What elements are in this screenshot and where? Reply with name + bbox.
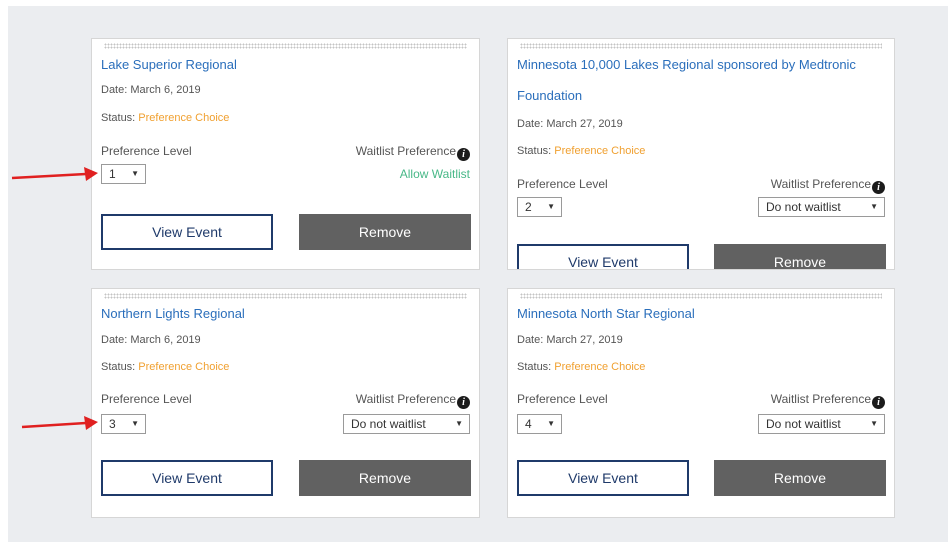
- preference-level-label: Preference Level: [517, 177, 608, 191]
- caret-down-icon: ▼: [131, 419, 139, 428]
- view-event-button[interactable]: View Event: [517, 244, 689, 269]
- status-value: Preference Choice: [554, 145, 646, 157]
- caret-down-icon: ▼: [870, 419, 878, 428]
- remove-button[interactable]: Remove: [714, 460, 886, 496]
- caret-down-icon: ▼: [547, 419, 555, 428]
- info-icon[interactable]: i: [872, 181, 885, 194]
- caret-down-icon: ▼: [455, 419, 463, 428]
- event-title-link[interactable]: Minnesota North Star Regional: [517, 298, 885, 329]
- remove-button[interactable]: Remove: [299, 214, 471, 250]
- waitlist-preference-text: Waitlist Preference: [770, 392, 871, 406]
- event-date: Date: March 6, 2019: [101, 334, 201, 346]
- waitlist-preference-label: Waitlist Preference i: [771, 392, 885, 409]
- preference-level-select[interactable]: 1 ▼: [101, 164, 146, 184]
- status-label: Status:: [101, 112, 139, 124]
- view-event-button[interactable]: View Event: [101, 460, 273, 496]
- event-card-northern-lights: Northern Lights Regional Date: March 6, …: [91, 288, 480, 518]
- waitlist-preference-text: Waitlist Preference: [770, 177, 871, 191]
- preference-level-value: 4: [525, 417, 532, 431]
- waitlist-preference-label: Waitlist Preference i: [356, 392, 470, 409]
- preference-level-value: 1: [109, 167, 116, 181]
- view-event-button[interactable]: View Event: [101, 214, 273, 250]
- status-label: Status:: [517, 145, 555, 157]
- preference-level-select[interactable]: 3 ▼: [101, 414, 146, 434]
- waitlist-preference-label: Waitlist Preference i: [356, 144, 470, 161]
- preference-level-label: Preference Level: [517, 392, 608, 406]
- event-card-lake-superior: Lake Superior Regional Date: March 6, 20…: [91, 38, 480, 270]
- remove-button[interactable]: Remove: [714, 244, 886, 269]
- info-icon[interactable]: i: [457, 148, 470, 161]
- waitlist-preference-value: Do not waitlist: [351, 417, 426, 431]
- status-label: Status:: [101, 361, 139, 373]
- caret-down-icon: ▼: [547, 202, 555, 211]
- waitlist-preference-select[interactable]: Do not waitlist ▼: [758, 197, 885, 217]
- preference-level-select[interactable]: 2 ▼: [517, 197, 562, 217]
- preference-level-select[interactable]: 4 ▼: [517, 414, 562, 434]
- event-date: Date: March 27, 2019: [517, 118, 623, 130]
- event-date: Date: March 27, 2019: [517, 334, 623, 346]
- event-date: Date: March 6, 2019: [101, 84, 201, 96]
- waitlist-preference-text: Waitlist Preference: [355, 144, 456, 158]
- waitlist-preference-label: Waitlist Preference i: [771, 177, 885, 194]
- waitlist-preference-select[interactable]: Do not waitlist ▼: [758, 414, 885, 434]
- event-status: Status: Preference Choice: [101, 361, 229, 373]
- event-card-north-star: Minnesota North Star Regional Date: Marc…: [507, 288, 895, 518]
- event-title-link[interactable]: Northern Lights Regional: [101, 298, 470, 329]
- caret-down-icon: ▼: [131, 169, 139, 178]
- red-arrow: [21, 416, 98, 430]
- event-status: Status: Preference Choice: [101, 112, 229, 124]
- event-status: Status: Preference Choice: [517, 145, 645, 157]
- preference-level-label: Preference Level: [101, 144, 192, 158]
- status-value: Preference Choice: [554, 361, 646, 373]
- preference-level-label: Preference Level: [101, 392, 192, 406]
- status-label: Status:: [517, 361, 555, 373]
- info-icon[interactable]: i: [872, 396, 885, 409]
- event-title-link[interactable]: Minnesota 10,000 Lakes Regional sponsore…: [517, 49, 885, 111]
- caret-down-icon: ▼: [870, 202, 878, 211]
- remove-button[interactable]: Remove: [299, 460, 471, 496]
- red-arrow: [11, 167, 98, 181]
- event-title-link[interactable]: Lake Superior Regional: [101, 49, 470, 80]
- waitlist-status: Allow Waitlist: [399, 167, 470, 181]
- status-value: Preference Choice: [138, 112, 230, 124]
- info-icon[interactable]: i: [457, 396, 470, 409]
- status-value: Preference Choice: [138, 361, 230, 373]
- event-card-10000-lakes: Minnesota 10,000 Lakes Regional sponsore…: [507, 38, 895, 270]
- waitlist-preference-text: Waitlist Preference: [355, 392, 456, 406]
- view-event-button[interactable]: View Event: [517, 460, 689, 496]
- preference-level-value: 3: [109, 417, 116, 431]
- preference-level-value: 2: [525, 200, 532, 214]
- event-status: Status: Preference Choice: [517, 361, 645, 373]
- waitlist-preference-value: Do not waitlist: [766, 200, 841, 214]
- waitlist-preference-select[interactable]: Do not waitlist ▼: [343, 414, 470, 434]
- waitlist-preference-value: Do not waitlist: [766, 417, 841, 431]
